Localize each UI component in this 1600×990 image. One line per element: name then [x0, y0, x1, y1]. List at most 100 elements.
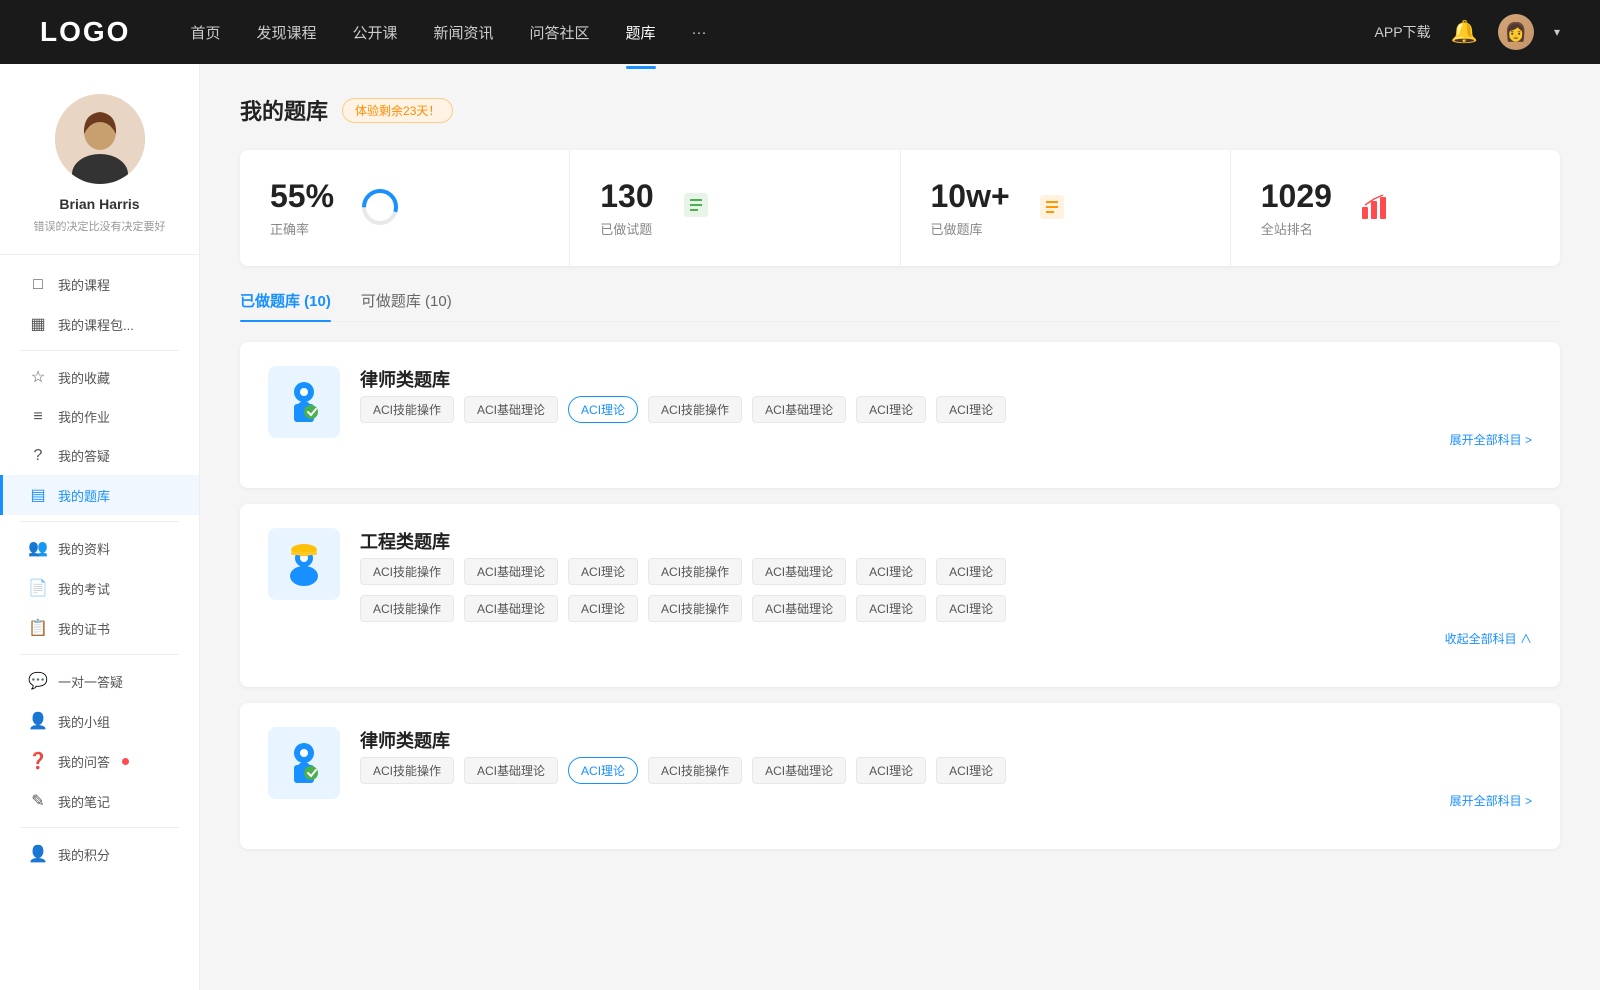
- qbank-title: 工程类题库: [360, 528, 1532, 554]
- tab-available[interactable]: 可做题库 (10): [361, 290, 452, 321]
- app-download-button[interactable]: APP下载: [1375, 22, 1431, 42]
- qbank-card-header: 律师类题库 ACI技能操作 ACI基础理论 ACI理论 ACI技能操作 ACI基…: [268, 727, 1532, 809]
- tag-2[interactable]: ACI理论: [568, 558, 638, 585]
- tag-r2-2[interactable]: ACI理论: [568, 595, 638, 622]
- nav-open-course[interactable]: 公开课: [352, 18, 397, 47]
- stat-values: 10w+ 已做题库: [931, 178, 1010, 238]
- notification-dot: [122, 758, 129, 765]
- notes-icon: ✎: [28, 791, 48, 811]
- sidebar-item-favorites[interactable]: ☆ 我的收藏: [0, 357, 199, 397]
- sidebar-item-homework[interactable]: ≡ 我的作业: [0, 397, 199, 436]
- tag-4[interactable]: ACI基础理论: [752, 558, 846, 585]
- tag-r2-1[interactable]: ACI基础理论: [464, 595, 558, 622]
- tag-6[interactable]: ACI理论: [936, 396, 1006, 423]
- sidebar-item-my-qa[interactable]: ? 我的答疑: [0, 436, 199, 475]
- tag-3[interactable]: ACI技能操作: [648, 558, 742, 585]
- profile-avatar[interactable]: [55, 94, 145, 184]
- page-layout: Brian Harris 错误的决定比没有决定要好 □ 我的课程 ▦ 我的课程包…: [0, 64, 1600, 990]
- qbank-card-engineer: 工程类题库 ACI技能操作 ACI基础理论 ACI理论 ACI技能操作 ACI基…: [240, 504, 1560, 687]
- tag-r2-5[interactable]: ACI理论: [856, 595, 926, 622]
- tag-4[interactable]: ACI基础理论: [752, 396, 846, 423]
- tag-r2-3[interactable]: ACI技能操作: [648, 595, 742, 622]
- sidebar-item-certificates[interactable]: 📋 我的证书: [0, 608, 199, 648]
- qbank-title: 律师类题库: [360, 366, 1532, 392]
- sidebar-item-label: 我的课程: [58, 275, 110, 294]
- sidebar-item-my-group[interactable]: 👤 我的小组: [0, 701, 199, 741]
- sidebar-item-my-qbank[interactable]: ▤ 我的题库: [0, 475, 199, 515]
- sidebar-profile: Brian Harris 错误的决定比没有决定要好: [0, 94, 199, 255]
- tag-r2-0[interactable]: ACI技能操作: [360, 595, 454, 622]
- sidebar-item-label: 我的答疑: [58, 446, 110, 465]
- sidebar-item-exams[interactable]: 📄 我的考试: [0, 568, 199, 608]
- nav-menu: 首页 发现课程 公开课 新闻资讯 问答社区 题库 ···: [190, 18, 1374, 47]
- sidebar-item-my-notes[interactable]: ✎ 我的笔记: [0, 781, 199, 821]
- tag-6[interactable]: ACI理论: [936, 558, 1006, 585]
- cert-icon: 📋: [28, 618, 48, 638]
- tag-1[interactable]: ACI基础理论: [464, 396, 558, 423]
- tag-0[interactable]: ACI技能操作: [360, 558, 454, 585]
- stat-values: 130 已做试题: [600, 178, 653, 238]
- engineer-icon-wrap: [268, 528, 340, 600]
- sidebar-item-my-courses[interactable]: □ 我的课程: [0, 265, 199, 304]
- qbank-icon: ▤: [28, 485, 48, 505]
- tag-6[interactable]: ACI理论: [936, 757, 1006, 784]
- sidebar-item-my-questions[interactable]: ❓ 我的问答: [0, 741, 199, 781]
- tag-1[interactable]: ACI基础理论: [464, 757, 558, 784]
- collapse-button[interactable]: 收起全部科目 ∧: [360, 630, 1532, 647]
- homework-icon: ≡: [28, 408, 48, 426]
- tag-4[interactable]: ACI基础理论: [752, 757, 846, 784]
- sidebar-item-label: 我的作业: [58, 407, 110, 426]
- tags-row-2: ACI技能操作 ACI基础理论 ACI理论 ACI技能操作 ACI基础理论 AC…: [360, 595, 1532, 622]
- banks-icon: [1036, 191, 1068, 226]
- ranking-icon: [1358, 191, 1390, 226]
- tag-0[interactable]: ACI技能操作: [360, 757, 454, 784]
- tag-5[interactable]: ACI理论: [856, 558, 926, 585]
- sidebar-item-label: 我的笔记: [58, 792, 110, 811]
- tab-done[interactable]: 已做题库 (10): [240, 290, 331, 321]
- nav-more[interactable]: ···: [692, 20, 707, 45]
- tag-3[interactable]: ACI技能操作: [648, 396, 742, 423]
- tag-2[interactable]: ACI理论: [568, 396, 638, 423]
- sidebar-item-one-on-one[interactable]: 💬 一对一答疑: [0, 661, 199, 701]
- lawyer-icon: [278, 376, 330, 428]
- avatar[interactable]: 👩: [1498, 14, 1534, 50]
- tag-r2-4[interactable]: ACI基础理论: [752, 595, 846, 622]
- profile-name: Brian Harris: [59, 196, 139, 212]
- tag-r2-6[interactable]: ACI理论: [936, 595, 1006, 622]
- ranking-value: 1029: [1261, 178, 1332, 215]
- questions-icon: ❓: [28, 751, 48, 771]
- qbank-content: 工程类题库 ACI技能操作 ACI基础理论 ACI理论 ACI技能操作 ACI基…: [360, 528, 1532, 647]
- nav-home[interactable]: 首页: [190, 18, 220, 47]
- tag-1[interactable]: ACI基础理论: [464, 558, 558, 585]
- sidebar-item-label: 我的课程包...: [58, 315, 134, 334]
- tag-2[interactable]: ACI理论: [568, 757, 638, 784]
- sidebar-item-label: 我的积分: [58, 845, 110, 864]
- sidebar-item-my-materials[interactable]: 👥 我的资料: [0, 528, 199, 568]
- sidebar-menu: □ 我的课程 ▦ 我的课程包... ☆ 我的收藏 ≡ 我的作业 ? 我的答疑 ▤: [0, 265, 199, 874]
- sidebar-item-label: 我的问答: [58, 752, 110, 771]
- done-banks-label: 已做题库: [931, 219, 1010, 238]
- sidebar-item-label: 我的资料: [58, 539, 110, 558]
- sidebar-item-my-points[interactable]: 👤 我的积分: [0, 834, 199, 874]
- sidebar-item-label: 我的收藏: [58, 368, 110, 387]
- sidebar: Brian Harris 错误的决定比没有决定要好 □ 我的课程 ▦ 我的课程包…: [0, 64, 200, 990]
- expand-button-3[interactable]: 展开全部科目 >: [360, 792, 1532, 809]
- nav-discover[interactable]: 发现课程: [256, 18, 316, 47]
- qbank-title: 律师类题库: [360, 727, 1532, 753]
- tag-5[interactable]: ACI理论: [856, 396, 926, 423]
- nav-news[interactable]: 新闻资讯: [434, 18, 494, 47]
- trial-badge: 体验剩余23天！: [342, 98, 453, 123]
- tag-5[interactable]: ACI理论: [856, 757, 926, 784]
- avatar-svg: [55, 94, 145, 184]
- notification-bell[interactable]: 🔔: [1451, 19, 1478, 45]
- nav-qa[interactable]: 问答社区: [530, 18, 590, 47]
- tag-3[interactable]: ACI技能操作: [648, 757, 742, 784]
- sidebar-item-course-packages[interactable]: ▦ 我的课程包...: [0, 304, 199, 344]
- stat-ranking: 1029 全站排名: [1231, 150, 1560, 266]
- tag-0[interactable]: ACI技能操作: [360, 396, 454, 423]
- nav-qbank[interactable]: 题库: [626, 18, 656, 47]
- expand-button-1[interactable]: 展开全部科目 >: [360, 431, 1532, 448]
- logo: LOGO: [40, 16, 130, 48]
- ranking-label: 全站排名: [1261, 219, 1332, 238]
- chevron-down-icon[interactable]: ▾: [1554, 25, 1560, 39]
